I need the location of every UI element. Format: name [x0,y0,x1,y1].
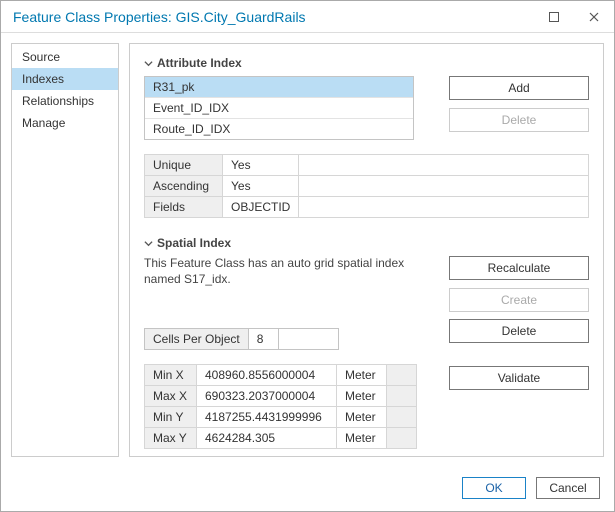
close-icon [589,12,599,22]
maximize-button[interactable] [534,1,574,33]
extent-unit: Meter [337,428,387,449]
recalculate-button[interactable]: Recalculate [449,256,589,280]
empty-cell [387,386,417,407]
index-item[interactable]: Event_ID_IDX [145,98,413,119]
empty-cell [299,176,589,197]
maximize-icon [549,12,559,22]
cells-per-object: Cells Per Object 8 [144,328,339,350]
attribute-buttons: Add Delete [449,76,589,132]
validate-button[interactable]: Validate [449,366,589,390]
main-panel: Attribute Index R31_pk Event_ID_IDX Rout… [129,43,604,457]
spatial-index-title: Spatial Index [157,236,231,250]
dialog-title: Feature Class Properties: GIS.City_Guard… [13,9,534,25]
extent-unit: Meter [337,386,387,407]
dialog: Feature Class Properties: GIS.City_Guard… [0,0,615,512]
empty-cell [299,197,589,218]
cancel-button[interactable]: Cancel [536,477,600,499]
spatial-index-header[interactable]: Spatial Index [144,236,589,250]
table-row: Min Y 4187255.4431999996 Meter [145,407,417,428]
attribute-index-row: R31_pk Event_ID_IDX Route_ID_IDX Add Del… [144,76,589,140]
attribute-props-table: Unique Yes Ascending Yes Fields OBJECTID [144,154,589,218]
spatial-buttons-3: Validate [449,350,589,390]
chevron-down-icon [144,59,153,68]
cells-row: Cells Per Object 8 Delete [144,312,589,350]
extent-label: Min X [145,365,197,386]
extent-label: Max X [145,386,197,407]
table-row: Ascending Yes [145,176,589,197]
sidebar: Source Indexes Relationships Manage [11,43,119,457]
cells-value: 8 [249,328,279,350]
table-row: Max X 690323.2037000004 Meter [145,386,417,407]
table-row: Min X 408960.8556000004 Meter [145,365,417,386]
spatial-buttons-1: Recalculate Create [449,256,589,312]
delete-attr-button: Delete [449,108,589,132]
create-button: Create [449,288,589,312]
attribute-index-title: Attribute Index [157,56,242,70]
ascending-label: Ascending [145,176,223,197]
sidebar-item-source[interactable]: Source [12,46,118,68]
extent-label: Max Y [145,428,197,449]
unique-label: Unique [145,155,223,176]
fields-label: Fields [145,197,223,218]
extent-value: 408960.8556000004 [197,365,337,386]
attribute-index-header[interactable]: Attribute Index [144,56,589,70]
sidebar-item-relationships[interactable]: Relationships [12,90,118,112]
chevron-down-icon [144,239,153,248]
cells-label: Cells Per Object [144,328,249,350]
spatial-index-description: This Feature Class has an auto grid spat… [144,256,414,287]
dialog-body: Source Indexes Relationships Manage Attr… [1,33,614,467]
extent-unit: Meter [337,407,387,428]
fields-value: OBJECTID [223,197,299,218]
empty-cell [387,428,417,449]
table-row: Unique Yes [145,155,589,176]
titlebar: Feature Class Properties: GIS.City_Guard… [1,1,614,33]
table-row: Fields OBJECTID [145,197,589,218]
close-button[interactable] [574,1,614,33]
empty-cell [387,407,417,428]
sidebar-item-indexes[interactable]: Indexes [12,68,118,90]
dialog-footer: OK Cancel [1,467,614,511]
extent-value: 4624284.305 [197,428,337,449]
empty-cell [299,155,589,176]
extent-row: Min X 408960.8556000004 Meter Max X 6903… [144,350,589,449]
index-item[interactable]: R31_pk [145,77,413,98]
table-row: Max Y 4624284.305 Meter [145,428,417,449]
unique-value: Yes [223,155,299,176]
extent-table: Min X 408960.8556000004 Meter Max X 6903… [144,364,417,449]
empty-cell [279,328,339,350]
empty-cell [387,365,417,386]
spatial-desc-row: This Feature Class has an auto grid spat… [144,256,589,312]
add-button[interactable]: Add [449,76,589,100]
extent-unit: Meter [337,365,387,386]
sidebar-item-manage[interactable]: Manage [12,112,118,134]
attribute-index-list[interactable]: R31_pk Event_ID_IDX Route_ID_IDX [144,76,414,140]
ok-button[interactable]: OK [462,477,526,499]
ascending-value: Yes [223,176,299,197]
spatial-buttons-2: Delete [449,319,589,343]
extent-value: 690323.2037000004 [197,386,337,407]
extent-label: Min Y [145,407,197,428]
delete-spatial-button[interactable]: Delete [449,319,589,343]
extent-value: 4187255.4431999996 [197,407,337,428]
index-item[interactable]: Route_ID_IDX [145,119,413,139]
